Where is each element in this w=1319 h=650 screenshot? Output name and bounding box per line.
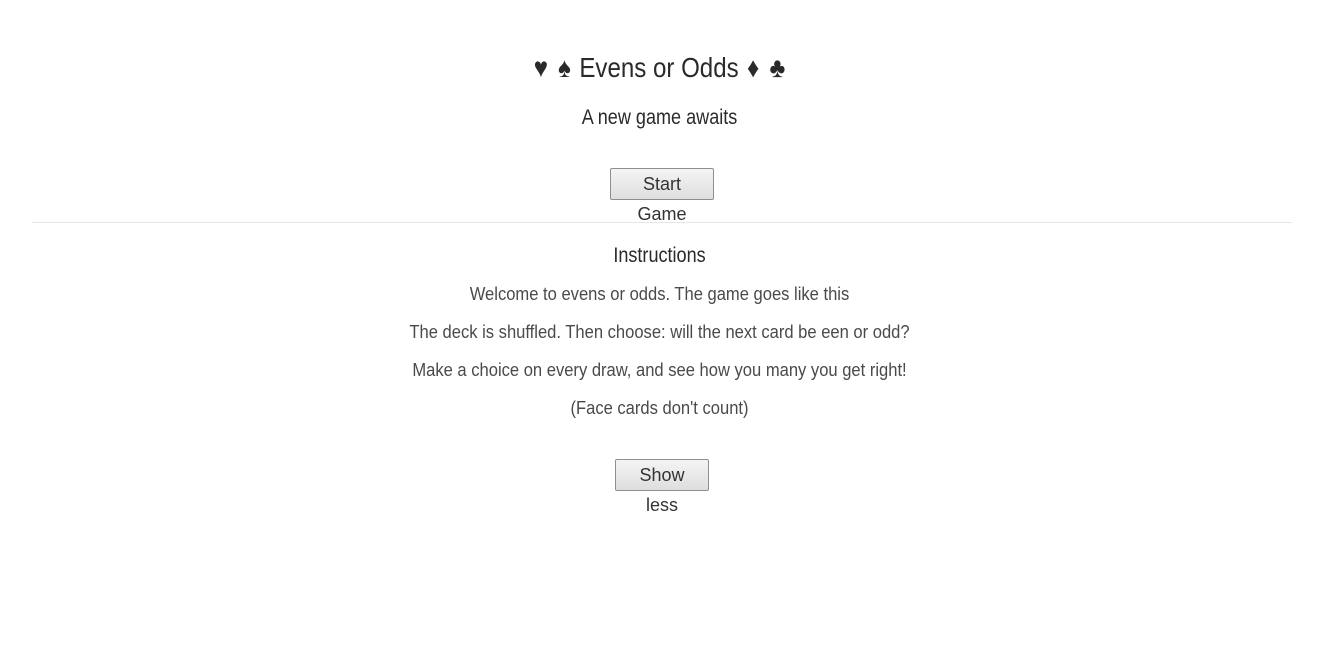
divider (32, 222, 1292, 223)
diamond-icon: ♦ (747, 52, 760, 83)
page-title: ♥ ♠ Evens or Odds ♦ ♣ (92, 46, 1226, 90)
instructions-line: The deck is shuffled. Then choose: will … (409, 322, 910, 342)
start-game-button[interactable]: Start Game (610, 168, 714, 224)
page-title-text: Evens or Odds (579, 52, 739, 83)
show-less-button[interactable]: Show less (615, 459, 709, 515)
instructions-line: (Face cards don't count) (570, 398, 749, 418)
instructions-line: Welcome to evens or odds. The game goes … (469, 284, 850, 304)
instructions-line: Make a choice on every draw, and see how… (412, 360, 907, 380)
heart-icon: ♥ (533, 52, 549, 83)
game-status-subtitle: A new game awaits (581, 106, 738, 129)
instructions-heading: Instructions (613, 244, 706, 267)
club-icon: ♣ (769, 52, 786, 83)
page: ♥ ♠ Evens or Odds ♦ ♣ A new game awaits … (0, 0, 1319, 650)
spade-icon: ♠ (558, 52, 571, 83)
